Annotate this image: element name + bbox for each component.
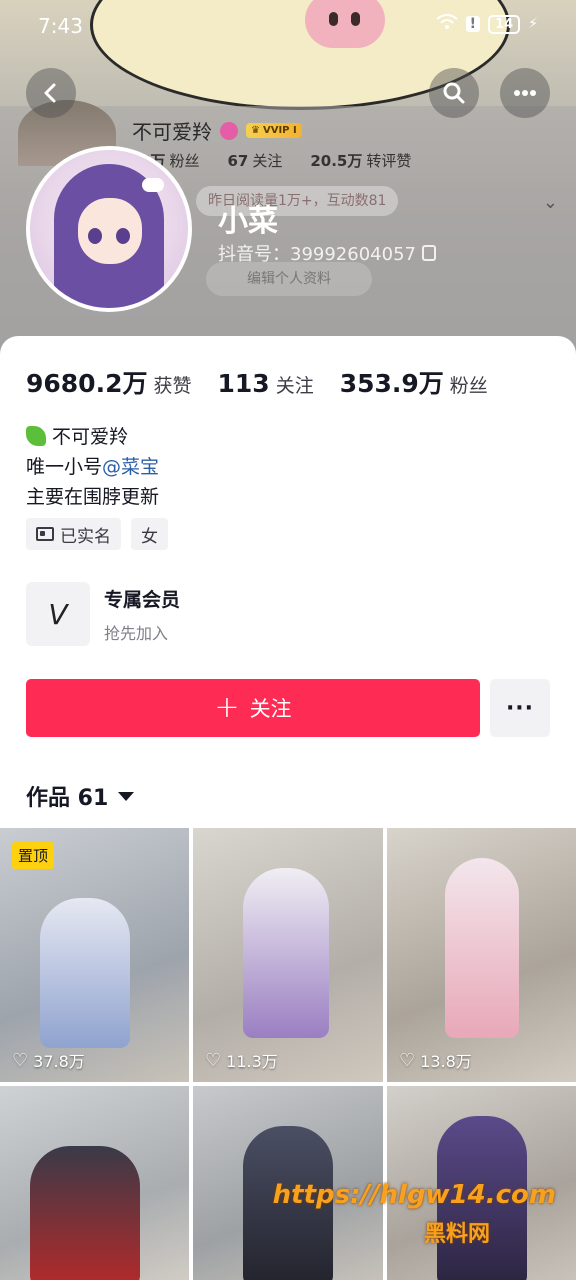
chevron-down-icon[interactable]: ⌄ xyxy=(543,192,558,213)
video-tile[interactable]: ♡ 11.3万 xyxy=(193,828,383,1082)
tile-figure xyxy=(40,898,130,1048)
charging-icon: ⚡ xyxy=(528,16,538,32)
edit-profile-button: 编辑个人资料 xyxy=(206,262,372,296)
tile-figure xyxy=(30,1146,140,1280)
ghost-stat: 20.5万 转评赞 xyxy=(310,152,412,170)
avatar-eye xyxy=(88,228,102,244)
back-button[interactable] xyxy=(26,68,76,118)
profile-bio: 不可爱羚 唯一小号@菜宝 主要在围脖更新 xyxy=(26,422,159,512)
plus-icon: + xyxy=(214,690,240,725)
search-button[interactable] xyxy=(429,68,479,118)
tag-verified: 已实名 xyxy=(26,518,121,550)
watermark-name: 黑料网 xyxy=(423,1222,490,1247)
follow-button[interactable]: + 关注 xyxy=(26,679,480,737)
id-card-icon xyxy=(36,527,54,541)
works-label: 作品 61 xyxy=(26,786,109,811)
tile-likes: ♡ 13.8万 xyxy=(399,1049,472,1072)
more-actions-button[interactable]: ··· xyxy=(490,679,550,737)
member-subtitle: 抢先加入 xyxy=(104,623,169,643)
more-button[interactable] xyxy=(500,68,550,118)
crown-icon: ♛ xyxy=(251,125,260,136)
bio-line: 不可爱羚 xyxy=(26,422,159,452)
status-time: 7:43 xyxy=(38,14,83,38)
member-entry[interactable]: V 专属会员 抢先加入 xyxy=(26,582,550,646)
battery-indicator: 14 xyxy=(488,14,521,34)
pinned-badge: 置顶 xyxy=(12,842,55,869)
alert-icon: ! xyxy=(465,16,481,32)
mention-link[interactable]: @菜宝 xyxy=(102,456,159,478)
heart-icon: ♡ xyxy=(205,1049,222,1071)
wifi-icon xyxy=(436,14,458,34)
copy-icon[interactable] xyxy=(421,245,436,261)
heart-icon: ♡ xyxy=(399,1049,416,1071)
vip-label: VVIP I xyxy=(262,125,297,136)
works-tab[interactable]: 作品 61 xyxy=(26,780,135,812)
tile-figure xyxy=(445,858,519,1038)
member-v-icon: V xyxy=(26,582,90,646)
more-icon xyxy=(514,90,536,96)
status-bar: 7:43 ! 14 ⚡ xyxy=(0,10,576,42)
tile-likes: ♡ 11.3万 xyxy=(205,1049,278,1072)
video-tile[interactable]: 置顶 ♡ 37.8万 xyxy=(0,828,189,1082)
search-icon xyxy=(443,82,465,104)
video-tile[interactable] xyxy=(0,1086,189,1280)
bio-line: 主要在围脖更新 xyxy=(26,486,160,508)
caret-down-icon xyxy=(118,791,135,801)
douyin-id[interactable]: 抖音号：39992604057 xyxy=(218,240,436,266)
avatar-bow xyxy=(142,178,164,192)
stat-following[interactable]: 113 关注 xyxy=(218,369,314,398)
douyin-id-text: 抖音号：39992604057 xyxy=(218,244,416,265)
leaf-emoji-icon xyxy=(26,426,46,446)
profile-stats: 9680.2万 获赞 113 关注 353.9万 粉丝 xyxy=(26,364,488,400)
member-title: 专属会员 xyxy=(104,588,181,611)
member-text: 专属会员 抢先加入 xyxy=(104,585,180,644)
badge-icon xyxy=(220,121,238,140)
tile-figure xyxy=(243,868,329,1038)
ghost-name-text: 不可爱羚 xyxy=(132,120,212,144)
tile-likes: ♡ 37.8万 xyxy=(12,1049,85,1072)
works-grid: 置顶 ♡ 37.8万 ♡ 11.3万 ♡ 13.8万 xyxy=(0,828,576,1280)
bio-line: 唯一小号@菜宝 xyxy=(26,456,160,478)
ghost-header-name: 不可爱羚 ♛ VVIP I xyxy=(132,116,302,145)
avatar-face xyxy=(78,198,142,264)
watermark-url: https://hlgw14.com xyxy=(272,1180,556,1210)
status-icons: ! 14 ⚡ xyxy=(436,14,538,34)
stat-followers[interactable]: 353.9万 粉丝 xyxy=(340,364,488,400)
profile-banner: 7:43 ! 14 ⚡ 不可爱羚 ♛VVIP I 8万粉丝 67关注 20.5万… xyxy=(0,0,576,360)
profile-sheet: 9680.2万 获赞 113 关注 353.9万 粉丝 不可爱羚 唯一小号@菜宝 主要… xyxy=(0,336,576,1280)
ghost-stats: 8万粉丝 67关注 20.5万转评赞 xyxy=(140,150,411,171)
ghost-stat: 67 关注 xyxy=(227,152,283,170)
follow-label: 关注 xyxy=(249,697,292,721)
video-tile[interactable]: ♡ 13.8万 xyxy=(387,828,576,1082)
avatar-eye xyxy=(116,228,130,244)
profile-tags: 已实名 女 xyxy=(26,518,168,550)
profile-name: 小菜 xyxy=(218,204,278,239)
heart-icon: ♡ xyxy=(12,1049,29,1071)
back-icon xyxy=(44,83,56,103)
vip-badge: ♛ VVIP I xyxy=(246,123,302,138)
avatar[interactable] xyxy=(26,146,192,312)
tag-gender: 女 xyxy=(131,518,168,550)
stat-likes: 9680.2万 获赞 xyxy=(26,369,192,398)
